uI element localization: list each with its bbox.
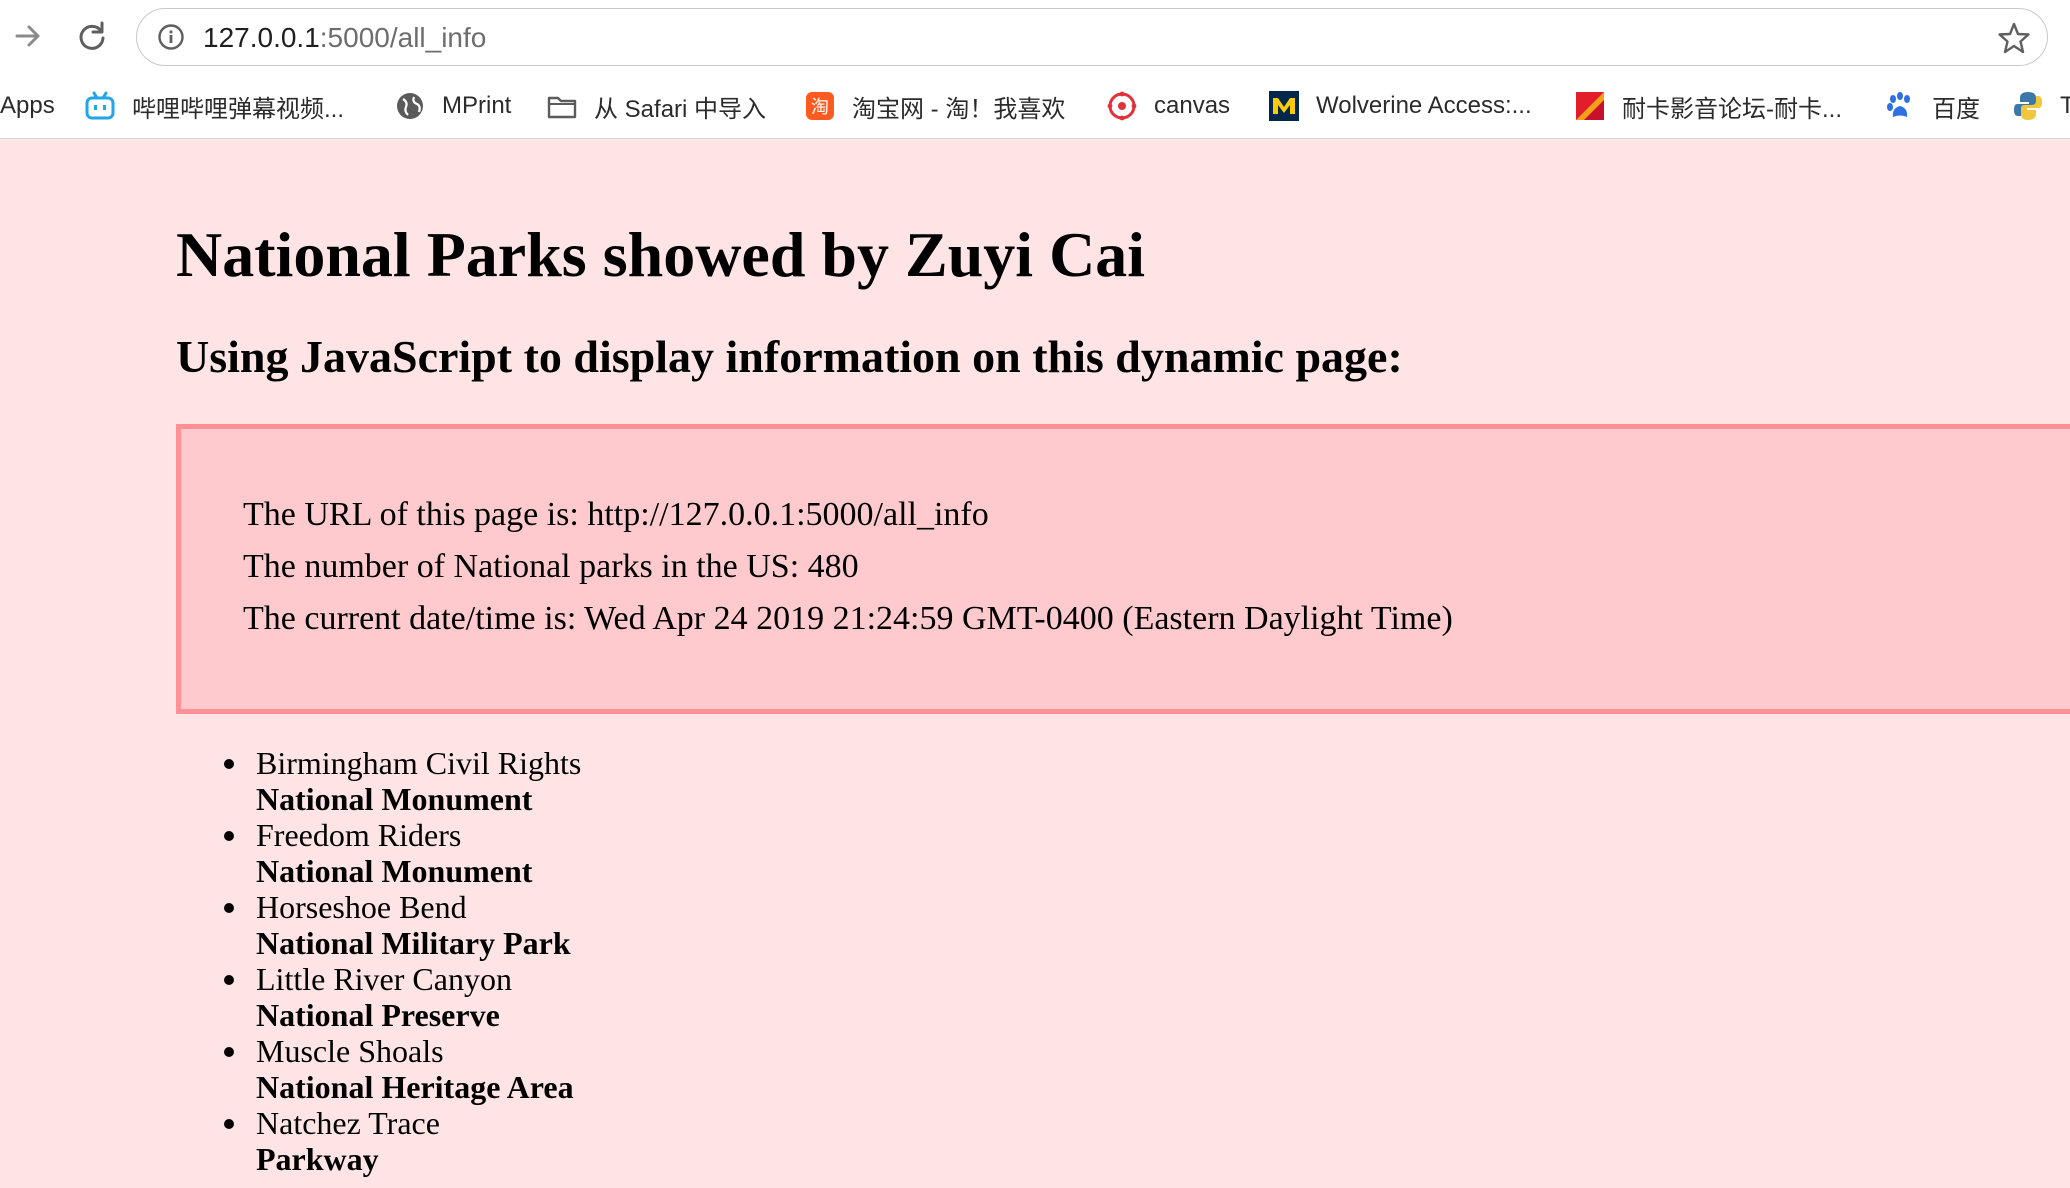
list-item: Natchez Trace Parkway [223,1105,581,1177]
bookmark-label: 从 Safari 中导入 [594,95,767,123]
arrow-right-icon [15,25,40,47]
park-name: Little River Canyon [256,961,512,997]
bookmark-label: T [2060,92,2070,119]
park-count-text: The number of National parks in the US: … [243,548,859,585]
svg-text:淘: 淘 [811,97,829,118]
park-name: Birmingham Civil Rights [256,745,582,781]
info-icon[interactable] [157,23,185,51]
address-url[interactable]: 127.0.0.1:5000/all_info [203,21,486,55]
bookmark-label: 哔哩哔哩弹幕视频... [132,95,345,123]
bookmark-mprint[interactable]: MPrint [394,86,511,126]
park-designation: National Military Park [256,925,571,961]
bookmark-label: Wolverine Access:... [1316,92,1532,119]
bookmarks-bar: Apps 哔哩哔哩弹幕视频... MPrint 从 Safari 中导入 淘 淘… [0,76,2070,138]
bookmark-python[interactable]: T [2012,86,2070,126]
bookmark-naika-forum[interactable]: 耐卡影音论坛-耐卡... [1574,86,1842,126]
bookmark-label: MPrint [442,92,512,119]
bookmark-apps[interactable]: Apps [0,86,55,126]
bookmark-label: 淘宝网 - 淘！我喜欢 [852,95,1066,123]
bookmark-bilibili[interactable]: 哔哩哔哩弹幕视频... [84,86,344,126]
info-box: The URL of this page is: http://127.0.0.… [176,424,2070,714]
page-url-text: The URL of this page is: http://127.0.0.… [243,496,989,533]
park-list: Birmingham Civil Rights National Monumen… [176,745,581,1177]
page-title: National Parks showed by Zuyi Cai [176,219,1146,290]
list-item: Horseshoe Bend National Military Park [223,889,581,961]
url-host: 127.0.0.1 [203,22,320,53]
page-subtitle: Using JavaScript to display information … [176,331,1403,382]
bookmark-baidu[interactable]: 百度 [1884,86,1980,126]
park-designation: National Preserve [256,997,500,1033]
browser-chrome: 127.0.0.1:5000/all_info Apps 哔哩哔哩弹幕视频... [0,0,2070,139]
browser-toolbar: 127.0.0.1:5000/all_info [0,0,2070,76]
list-item: Little River Canyon National Preserve [223,961,581,1033]
bookmark-label: canvas [1154,92,1231,119]
folder-icon [547,96,577,119]
bookmark-label: Apps [0,92,55,119]
bookmark-wolverine-access[interactable]: Wolverine Access:... [1268,86,1532,126]
michigan-m-icon [1269,91,1299,121]
park-name: Muscle Shoals [256,1033,444,1069]
bookmark-taobao[interactable]: 淘 淘宝网 - 淘！我喜欢 [804,86,1065,126]
list-item: Freedom Riders National Monument [223,817,581,889]
park-designation: National Heritage Area [256,1069,574,1105]
canvas-icon [1107,91,1137,121]
url-path: :5000/all_info [319,22,487,53]
page-content: National Parks showed by Zuyi Cai Using … [0,139,2070,1188]
park-designation: National Monument [256,853,533,889]
bookmark-canvas[interactable]: canvas [1106,86,1230,126]
bookmark-safari-import[interactable]: 从 Safari 中导入 [546,86,766,126]
park-name: Horseshoe Bend [256,889,467,925]
list-item: Birmingham Civil Rights National Monumen… [223,745,582,817]
reload-button[interactable] [70,14,114,58]
python-icon [2014,92,2042,120]
bookmark-label: 耐卡影音论坛-耐卡... [1622,95,1842,123]
forward-button[interactable] [6,14,50,58]
taobao-icon: 淘 [806,92,834,120]
address-bar[interactable]: 127.0.0.1:5000/all_info [136,8,2048,66]
globe-icon [397,93,423,119]
nike-forum-icon [1576,92,1604,120]
park-name: Freedom Riders [256,817,462,853]
park-name: Natchez Trace [256,1105,440,1141]
current-datetime-text: The current date/time is: Wed Apr 24 201… [243,600,1453,637]
bilibili-icon [85,91,115,120]
bookmark-star-icon[interactable] [1997,21,2031,55]
bookmark-label: 百度 [1932,95,1980,123]
park-designation: National Monument [256,781,533,817]
reload-icon [79,21,105,50]
baidu-paw-icon [1887,92,1910,117]
list-item: Muscle Shoals National Heritage Area [223,1033,581,1105]
park-designation: Parkway [256,1141,379,1177]
